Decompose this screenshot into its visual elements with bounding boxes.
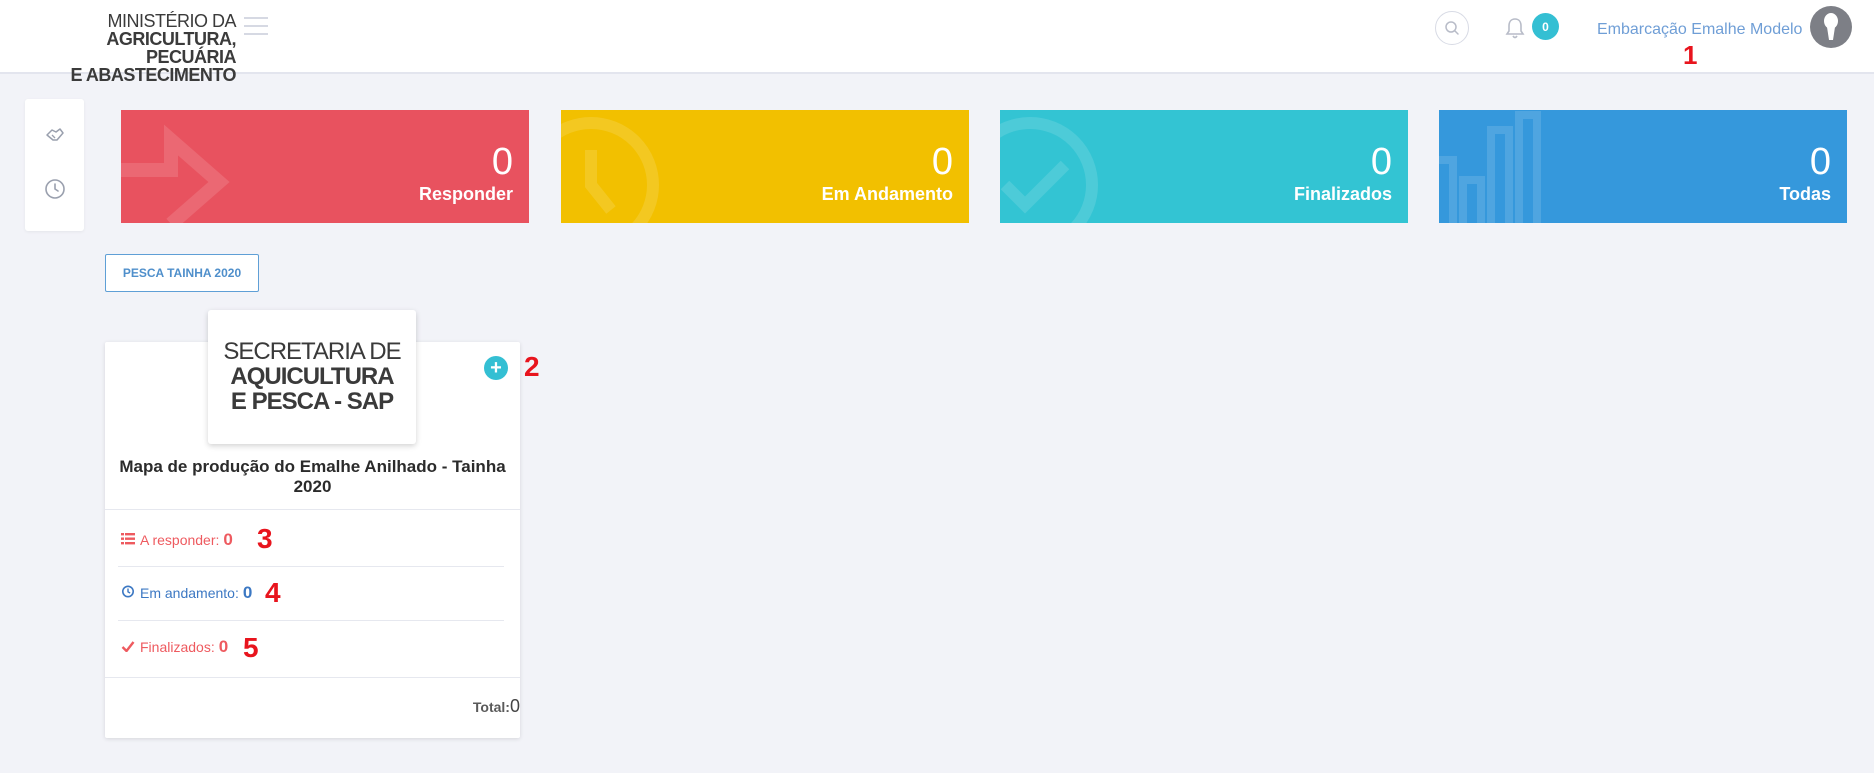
- card-divider-bottom: [105, 677, 520, 678]
- clock-icon: [561, 117, 659, 223]
- ministry-logo[interactable]: MINISTÉRIO DA AGRICULTURA, PECUÁRIA E AB…: [30, 12, 236, 84]
- tile-finalizados-label: Finalizados: [1293, 184, 1392, 204]
- card-divider-2: [118, 620, 504, 621]
- tile-em-andamento-value: 0: [931, 141, 953, 183]
- search-icon: [1445, 21, 1459, 35]
- sap-logo-line-3: E PESCA - SAP: [230, 388, 394, 415]
- clock-small-icon: [122, 585, 134, 598]
- notification-badge[interactable]: 0: [1532, 13, 1559, 40]
- logo-line-3: E ABASTECIMENTO: [70, 65, 236, 85]
- tile-responder-value: 0: [491, 141, 513, 183]
- tile-finalizados[interactable]: 0 Finalizados: [1000, 110, 1408, 223]
- arrow-right-icon: [121, 124, 230, 223]
- tile-em-andamento[interactable]: 0 Em Andamento: [561, 110, 969, 223]
- tile-todas-label: Todas: [1779, 184, 1831, 204]
- em-andamento-row[interactable]: Em andamento: 0: [120, 583, 252, 603]
- card-divider-top: [105, 509, 520, 510]
- a-responder-value: 0: [223, 530, 233, 549]
- annotation-marker-3: 3: [257, 523, 273, 554]
- tile-todas-value: 0: [1809, 141, 1831, 183]
- search-button[interactable]: [1435, 11, 1469, 45]
- tile-todas[interactable]: 0 Todas: [1439, 110, 1847, 223]
- plus-icon: +: [490, 357, 502, 379]
- side-mini-menu: [25, 99, 84, 231]
- card-title: Mapa de produção do Emalhe Anilhado - Ta…: [119, 457, 506, 496]
- logo-line-1: MINISTÉRIO DA: [107, 11, 236, 31]
- tile-finalizados-value: 0: [1370, 141, 1392, 183]
- total-value: 0: [509, 696, 520, 716]
- finalizados-value: 0: [218, 637, 229, 656]
- tile-responder-label: Responder: [418, 184, 513, 204]
- a-responder-row[interactable]: A responder: 0: [120, 530, 233, 550]
- tile-responder[interactable]: 0 Responder: [121, 110, 529, 223]
- user-avatar[interactable]: [1810, 6, 1852, 48]
- annotation-marker-2: 2: [524, 351, 540, 382]
- menu-toggle-icon[interactable]: [244, 17, 268, 37]
- em-andamento-value: 0: [242, 583, 253, 602]
- logo-line-2: AGRICULTURA, PECUÁRIA: [106, 29, 236, 67]
- add-response-button[interactable]: +: [484, 356, 508, 380]
- sap-logo-line-2: AQUICULTURA: [230, 363, 394, 390]
- annotation-marker-1: 1: [1683, 40, 1698, 70]
- top-header: MINISTÉRIO DA AGRICULTURA, PECUÁRIA E AB…: [0, 0, 1874, 84]
- annotation-marker-4: 4: [265, 577, 281, 608]
- a-responder-label: A responder:: [140, 532, 220, 548]
- finalizados-row[interactable]: Finalizados: 0: [120, 637, 228, 657]
- sap-logo-box: SECRETARIA DE AQUICULTURA E PESCA - SAP: [208, 310, 416, 444]
- filter-chip-pesca-tainha[interactable]: PESCA TAINHA 2020: [105, 254, 259, 292]
- check-icon: [121, 641, 135, 652]
- user-name-link[interactable]: Embarcação Emalhe Modelo: [1597, 21, 1802, 39]
- annotation-marker-5: 5: [243, 632, 259, 663]
- finalizados-label: Finalizados:: [140, 639, 215, 655]
- list-icon: [121, 533, 135, 545]
- total-row: Total:0: [473, 696, 520, 717]
- tile-em-andamento-label: Em Andamento: [821, 184, 953, 204]
- total-label: Total:: [472, 699, 510, 715]
- check-circle-icon: [1000, 117, 1098, 223]
- em-andamento-label: Em andamento:: [140, 585, 239, 601]
- history-clock-icon[interactable]: [43, 177, 67, 201]
- user-avatar-icon: [1824, 13, 1838, 40]
- sap-logo-line-1: SECRETARIA DE: [223, 338, 401, 365]
- handshake-icon[interactable]: [43, 123, 67, 147]
- bell-icon[interactable]: [1504, 16, 1526, 40]
- bar-chart-icon: [1439, 111, 1541, 223]
- card-divider-1: [118, 566, 504, 567]
